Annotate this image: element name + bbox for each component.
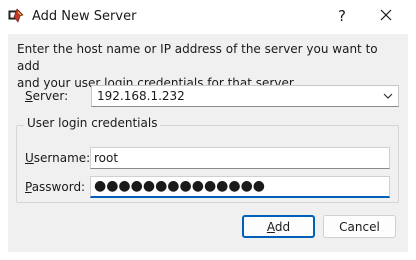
credentials-group-title: User login credentials xyxy=(24,116,161,130)
server-label-mnemonic: S xyxy=(25,89,33,103)
password-value: ●●●●●●●●●●●●●● xyxy=(94,178,266,194)
add-mnemonic: A xyxy=(266,219,275,234)
password-label-rest: assword: xyxy=(31,180,86,194)
server-label-rest: erver: xyxy=(32,89,69,103)
title-bar[interactable]: Add New Server ? xyxy=(0,0,416,34)
server-combobox[interactable]: 192.168.1.232 xyxy=(91,85,399,107)
window-title: Add New Server xyxy=(32,9,137,24)
help-button[interactable]: ? xyxy=(320,0,364,32)
server-value: 192.168.1.232 xyxy=(97,89,185,103)
password-input[interactable]: ●●●●●●●●●●●●●● xyxy=(90,176,390,198)
help-label: ? xyxy=(338,7,346,25)
close-button[interactable] xyxy=(364,0,408,32)
username-input[interactable]: root xyxy=(90,147,390,169)
chevron-down-icon[interactable] xyxy=(382,90,394,102)
username-label-rest: sername: xyxy=(33,151,91,165)
username-label-mnemonic: U xyxy=(25,151,34,165)
close-icon xyxy=(380,9,392,24)
add-new-server-dialog: Add New Server ? Enter the host name or … xyxy=(0,0,416,260)
add-button-label: Add xyxy=(267,220,290,234)
username-label: Username: xyxy=(25,151,90,165)
server-label: Server: xyxy=(25,89,68,103)
cancel-button[interactable]: Cancel xyxy=(323,215,396,238)
password-label-mnemonic: P xyxy=(25,180,32,194)
cancel-button-label: Cancel xyxy=(339,219,380,234)
add-label-rest: dd xyxy=(274,219,291,234)
password-label: Password: xyxy=(25,180,85,194)
putty-app-icon xyxy=(8,8,24,24)
add-button[interactable]: Add xyxy=(242,215,315,238)
username-value: root xyxy=(94,151,119,165)
